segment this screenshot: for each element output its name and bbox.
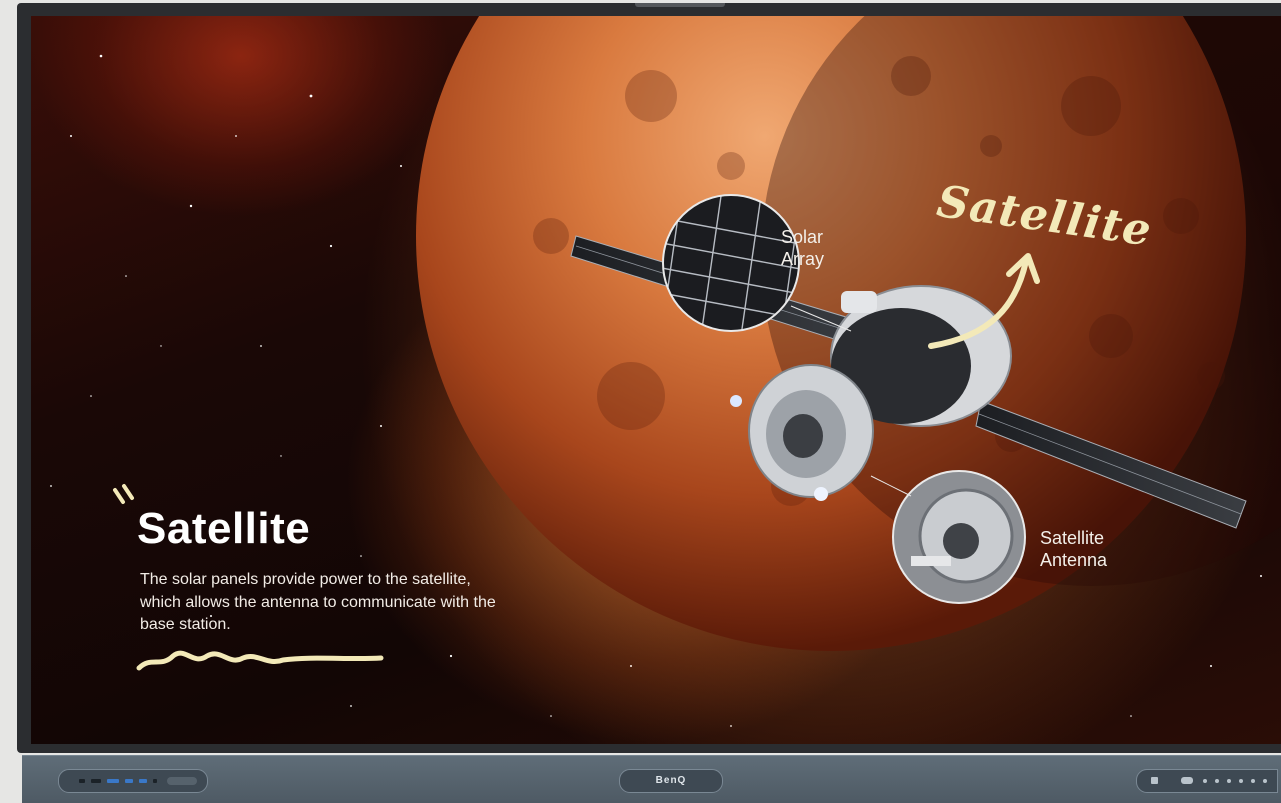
front-control-panel (1136, 769, 1278, 793)
light-sensor (1181, 777, 1193, 784)
control-button[interactable] (1215, 779, 1219, 783)
audio-port[interactable] (153, 779, 157, 783)
control-button[interactable] (1203, 779, 1207, 783)
control-button[interactable] (1251, 779, 1255, 783)
usb-port[interactable] (79, 779, 85, 783)
lesson-title: Satellite (137, 504, 311, 553)
nfc-reader[interactable] (167, 777, 197, 785)
front-port-panel (58, 769, 208, 793)
control-button[interactable] (1263, 779, 1267, 783)
solar-array-callout: Solar Array (781, 226, 891, 270)
usb-port[interactable] (139, 779, 147, 783)
antenna-magnifier (892, 470, 1026, 604)
usb-c-port[interactable] (125, 779, 133, 783)
camera-notch (635, 3, 725, 7)
brand-logo: BenQ (619, 769, 723, 793)
solar-array-label: Solar Array (781, 227, 825, 269)
control-button[interactable] (1227, 779, 1231, 783)
usb-port[interactable] (91, 779, 101, 783)
antenna-callout: Satellite Antenna (1040, 527, 1150, 571)
display-bottom-bar: BenQ (22, 755, 1281, 803)
lesson-description: The solar panels provide power to the sa… (140, 571, 496, 633)
hdmi-port[interactable] (107, 779, 119, 783)
display-screen: Satellite The solar panels provide power… (31, 16, 1281, 744)
control-button[interactable] (1239, 779, 1243, 783)
quote-marks-icon (113, 484, 134, 504)
squiggle-underline-icon (136, 650, 384, 671)
power-button[interactable] (1151, 777, 1158, 784)
antenna-label: Satellite Antenna (1040, 528, 1108, 570)
